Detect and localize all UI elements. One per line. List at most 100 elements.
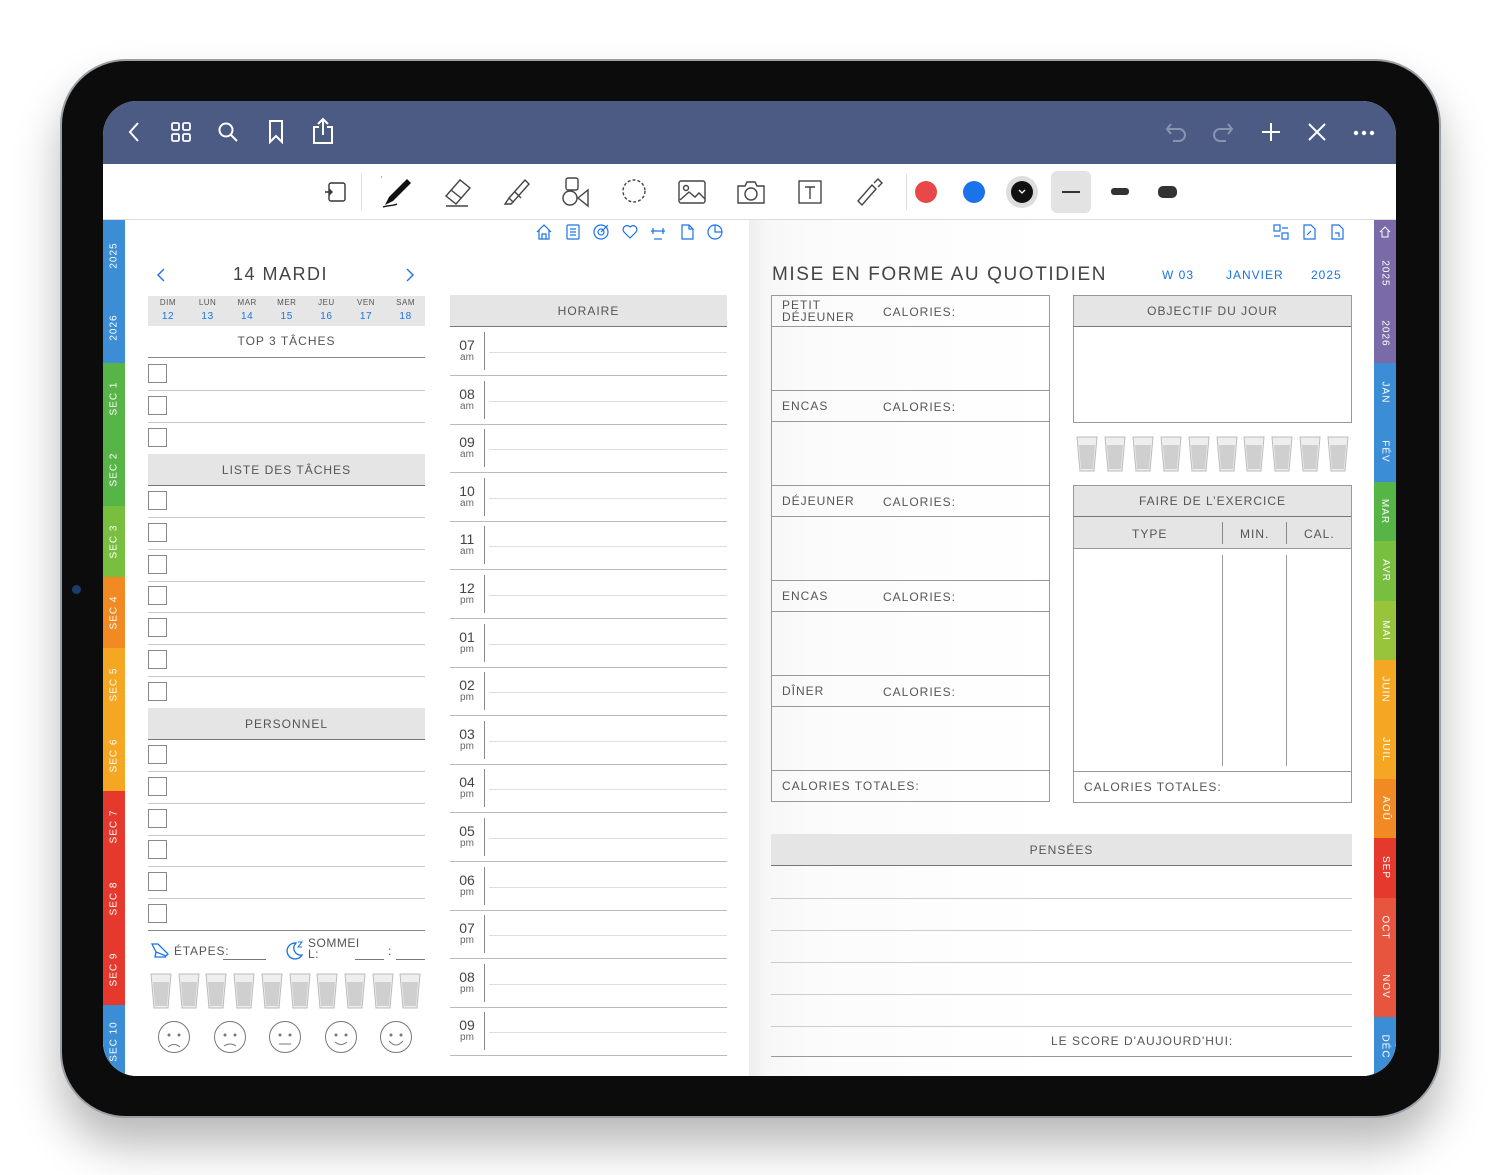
unhappy-face-icon[interactable]	[212, 1019, 248, 1055]
task-line[interactable]	[148, 676, 425, 677]
right-tab-fév[interactable]: FÉV	[1374, 422, 1396, 482]
left-tab-sec-7[interactable]: SEC 7	[103, 791, 125, 863]
thought-line[interactable]	[771, 930, 1352, 931]
right-tab-2026[interactable]: 2026	[1374, 303, 1396, 363]
water-glass-icon[interactable]	[288, 973, 311, 1009]
right-tab-aoû[interactable]: AOÛ	[1374, 778, 1396, 839]
right-tab-jan[interactable]: JAN	[1374, 362, 1396, 423]
left-tab-sec-10[interactable]: SEC 10	[103, 1005, 125, 1076]
month-link[interactable]: JANVIER	[1226, 268, 1284, 282]
task-line[interactable]	[148, 866, 425, 868]
half-hour-line[interactable]	[489, 400, 727, 402]
hour-line[interactable]	[450, 861, 727, 862]
task-line[interactable]	[148, 802, 425, 804]
task-line[interactable]	[148, 612, 425, 614]
water-glass-icon[interactable]	[1215, 436, 1238, 472]
half-hour-line[interactable]	[489, 546, 727, 548]
task-line[interactable]	[148, 834, 425, 836]
fitness-icon[interactable]	[649, 223, 667, 241]
home-icon[interactable]	[535, 223, 553, 241]
hour-line[interactable]	[450, 618, 727, 619]
left-tab-sec-2[interactable]: SEC 2	[103, 434, 125, 506]
task-checkbox[interactable]	[148, 522, 167, 542]
left-tab-sec-5[interactable]: SEC 5	[103, 648, 125, 720]
page-link-icon[interactable]	[1300, 223, 1318, 241]
water-glass-icon[interactable]	[205, 973, 227, 1009]
left-tab-sec-8[interactable]: SEC 8	[103, 862, 125, 934]
hour-line[interactable]	[450, 472, 727, 474]
laser-icon[interactable]	[849, 172, 889, 212]
left-tab-sec-9[interactable]: SEC 9	[103, 934, 125, 1006]
page-tool-icon[interactable]	[316, 172, 356, 212]
grid-icon[interactable]	[170, 121, 192, 143]
prev-day-button[interactable]	[154, 265, 168, 285]
text-icon[interactable]	[790, 172, 830, 212]
hour-line[interactable]	[450, 812, 727, 814]
water-glass-icon[interactable]	[1271, 436, 1293, 472]
water-glass-icon[interactable]	[178, 973, 200, 1009]
hour-line[interactable]	[450, 763, 727, 765]
half-hour-line[interactable]	[489, 935, 727, 937]
thought-line[interactable]	[771, 1026, 1352, 1027]
thought-line[interactable]	[771, 898, 1352, 899]
year-link[interactable]: 2025	[1311, 268, 1342, 282]
smile-face-icon[interactable]	[323, 1019, 359, 1055]
left-tab-sec-1[interactable]: SEC 1	[103, 362, 125, 435]
task-checkbox[interactable]	[148, 904, 167, 923]
notes-icon[interactable]	[564, 223, 582, 241]
task-line[interactable]	[148, 644, 425, 646]
image-icon[interactable]	[672, 172, 712, 212]
half-hour-line[interactable]	[489, 983, 727, 985]
task-line[interactable]	[148, 390, 425, 391]
page-icon[interactable]	[678, 223, 696, 241]
water-glass-icon[interactable]	[150, 973, 172, 1009]
color-red-swatch[interactable]	[915, 181, 937, 203]
task-line[interactable]	[148, 898, 425, 900]
water-glass-icon[interactable]	[1243, 436, 1265, 472]
water-glass-icon[interactable]	[1188, 436, 1210, 472]
task-checkbox[interactable]	[148, 427, 167, 447]
task-checkbox[interactable]	[148, 776, 167, 796]
hour-line[interactable]	[450, 520, 727, 522]
color-blue-swatch[interactable]	[963, 181, 985, 203]
hour-line[interactable]	[450, 666, 727, 668]
hour-line[interactable]	[450, 423, 727, 425]
share-icon[interactable]	[311, 117, 335, 145]
weekday-date[interactable]: 12	[148, 311, 188, 322]
task-checkbox[interactable]	[148, 681, 167, 701]
water-glass-icon[interactable]	[261, 973, 283, 1009]
left-tab-sec-6[interactable]: SEC 6	[103, 719, 125, 792]
half-hour-line[interactable]	[489, 497, 727, 499]
highlighter-icon[interactable]	[497, 172, 537, 212]
goal-icon[interactable]	[592, 223, 610, 241]
page-link-2-icon[interactable]	[1328, 223, 1346, 241]
task-line[interactable]	[148, 421, 425, 423]
weekday-date[interactable]: 17	[346, 311, 386, 322]
redo-icon[interactable]	[1212, 121, 1234, 143]
half-hour-line[interactable]	[489, 740, 727, 742]
water-glass-icon[interactable]	[1076, 436, 1098, 472]
task-checkbox[interactable]	[148, 808, 167, 828]
water-glass-icon[interactable]	[233, 973, 255, 1009]
half-hour-line[interactable]	[489, 692, 727, 694]
right-tab-nov[interactable]: NOV	[1374, 957, 1396, 1017]
task-checkbox[interactable]	[148, 745, 167, 764]
lasso-icon[interactable]	[614, 172, 654, 212]
right-tab-avr[interactable]: AVR	[1374, 541, 1396, 601]
task-line[interactable]	[148, 580, 425, 582]
sleep-hours-field[interactable]	[355, 959, 384, 960]
hour-line[interactable]	[450, 715, 727, 717]
half-hour-line[interactable]	[489, 643, 727, 645]
water-glass-icon[interactable]	[1299, 436, 1321, 472]
thought-line[interactable]	[771, 994, 1352, 995]
water-glass-icon[interactable]	[1160, 436, 1182, 472]
sleep-minutes-field[interactable]	[396, 959, 425, 960]
hour-line[interactable]	[450, 909, 727, 911]
weekday-date[interactable]: 15	[267, 311, 307, 322]
half-hour-line[interactable]	[489, 1032, 727, 1034]
left-tab-sec-4[interactable]: SEC 4	[103, 577, 125, 649]
water-glass-icon[interactable]	[372, 973, 394, 1009]
happy-face-icon[interactable]	[378, 1019, 414, 1055]
task-checkbox[interactable]	[148, 872, 167, 892]
water-glass-icon[interactable]	[344, 973, 366, 1009]
